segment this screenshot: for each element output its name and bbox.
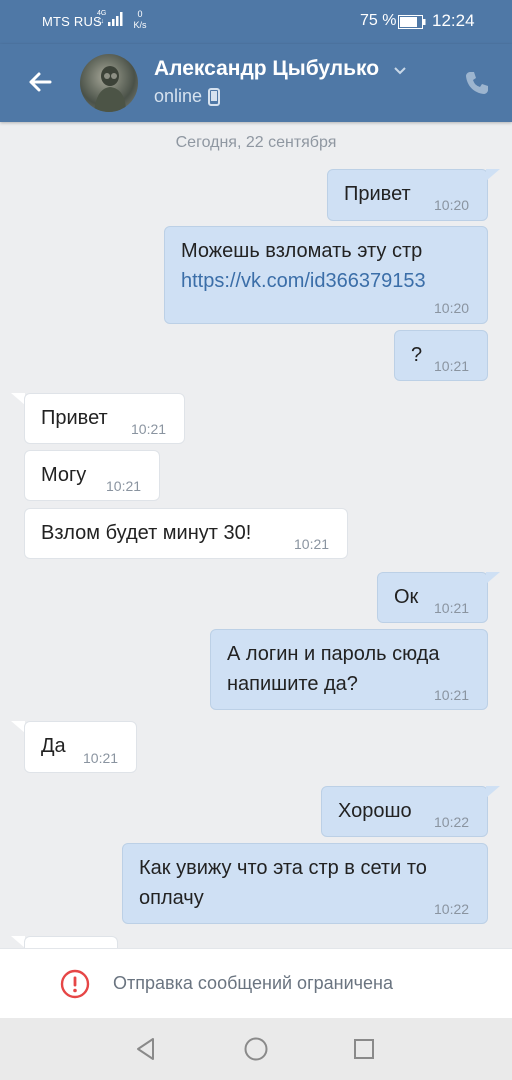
system-nav-bar xyxy=(0,1018,512,1080)
battery-icon xyxy=(398,15,426,29)
message-outgoing[interactable]: ? 10:21 xyxy=(394,330,488,381)
message-text: Ок xyxy=(394,586,419,608)
bubble-tail xyxy=(11,393,25,405)
message-time: 10:21 xyxy=(294,536,330,552)
avatar[interactable] xyxy=(80,54,138,112)
presence-status: online xyxy=(154,86,203,106)
status-clock: 12:24 xyxy=(432,11,475,30)
contact-name[interactable]: Александр Цыбулько xyxy=(154,57,379,81)
message-text: А логин и пароль сюда xyxy=(227,643,440,665)
message-time: 10:21 xyxy=(434,687,470,703)
avatar-image-icon xyxy=(94,66,126,112)
message-text: Взлом будет минут 30! xyxy=(41,522,252,544)
message-text: Как увижу что эта стр в сети то xyxy=(139,857,427,879)
chevron-down-icon[interactable] xyxy=(392,62,408,78)
message-incoming[interactable]: Привет 10:21 xyxy=(24,393,185,444)
battery-percent: 75 % xyxy=(360,12,397,29)
message-time: 10:20 xyxy=(434,300,470,316)
message-outgoing[interactable]: Привет 10:20 xyxy=(327,169,488,221)
message-text-line2: напишите да? xyxy=(227,673,358,695)
message-time: 10:22 xyxy=(434,814,470,830)
warning-circle-icon xyxy=(60,969,90,999)
message-outgoing[interactable]: Ок 10:21 xyxy=(377,572,488,623)
message-text: Могу xyxy=(41,464,87,486)
bubble-tail xyxy=(11,721,25,733)
message-link[interactable]: https://vk.com/id366379153 xyxy=(181,266,426,296)
message-incoming[interactable]: Могу 10:21 xyxy=(24,450,160,501)
message-time: 10:21 xyxy=(131,421,167,437)
signal-icon xyxy=(108,12,123,26)
restriction-bar: Отправка сообщений ограничена xyxy=(0,948,512,1018)
message-outgoing[interactable]: Как увижу что эта стр в сети то оплачу 1… xyxy=(122,843,488,924)
network-type: 4G ↑↓ xyxy=(97,10,107,25)
date-separator: Сегодня, 22 сентября xyxy=(175,134,337,151)
chat-header: Александр Цыбулько online xyxy=(0,44,512,122)
message-text: ? xyxy=(411,344,423,366)
message-text: Хорошо xyxy=(338,800,412,822)
message-time: 10:21 xyxy=(83,750,119,766)
message-incoming[interactable]: Взлом будет минут 30! 10:21 xyxy=(24,508,348,559)
nav-recents-icon[interactable] xyxy=(351,1036,377,1062)
call-icon[interactable] xyxy=(462,68,492,98)
bubble-tail xyxy=(486,169,500,181)
network-speed: 0 K/s xyxy=(133,9,147,30)
message-incoming[interactable]: Да 10:21 xyxy=(24,721,137,773)
bubble-tail xyxy=(486,786,500,798)
message-outgoing[interactable]: Можешь взломать эту стр https://vk.com/i… xyxy=(164,226,488,324)
message-text-line2: оплачу xyxy=(139,887,204,909)
message-text: Привет xyxy=(41,407,108,429)
nav-back-icon[interactable] xyxy=(133,1036,159,1062)
message-text: Да xyxy=(41,735,66,757)
message-outgoing[interactable]: Хорошо 10:22 xyxy=(321,786,488,837)
mobile-phone-icon xyxy=(208,88,220,106)
back-arrow-icon[interactable] xyxy=(24,66,56,98)
status-bar: MTS RUS 4G ↑↓ 0 K/s 75 % 12:24 xyxy=(0,0,512,44)
message-time: 10:20 xyxy=(434,197,470,213)
message-time: 10:22 xyxy=(434,901,470,917)
message-time: 10:21 xyxy=(106,478,142,494)
message-time: 10:21 xyxy=(434,358,470,374)
bubble-tail xyxy=(486,572,500,584)
carrier-name: MTS RUS xyxy=(42,14,102,29)
nav-home-icon[interactable] xyxy=(243,1036,269,1062)
message-text: Привет xyxy=(344,183,411,205)
message-time: 10:21 xyxy=(434,600,470,616)
message-text: Можешь взломать эту стр xyxy=(181,240,423,262)
message-outgoing[interactable]: А логин и пароль сюда напишите да? 10:21 xyxy=(210,629,488,710)
restriction-text: Отправка сообщений ограничена xyxy=(113,973,393,993)
